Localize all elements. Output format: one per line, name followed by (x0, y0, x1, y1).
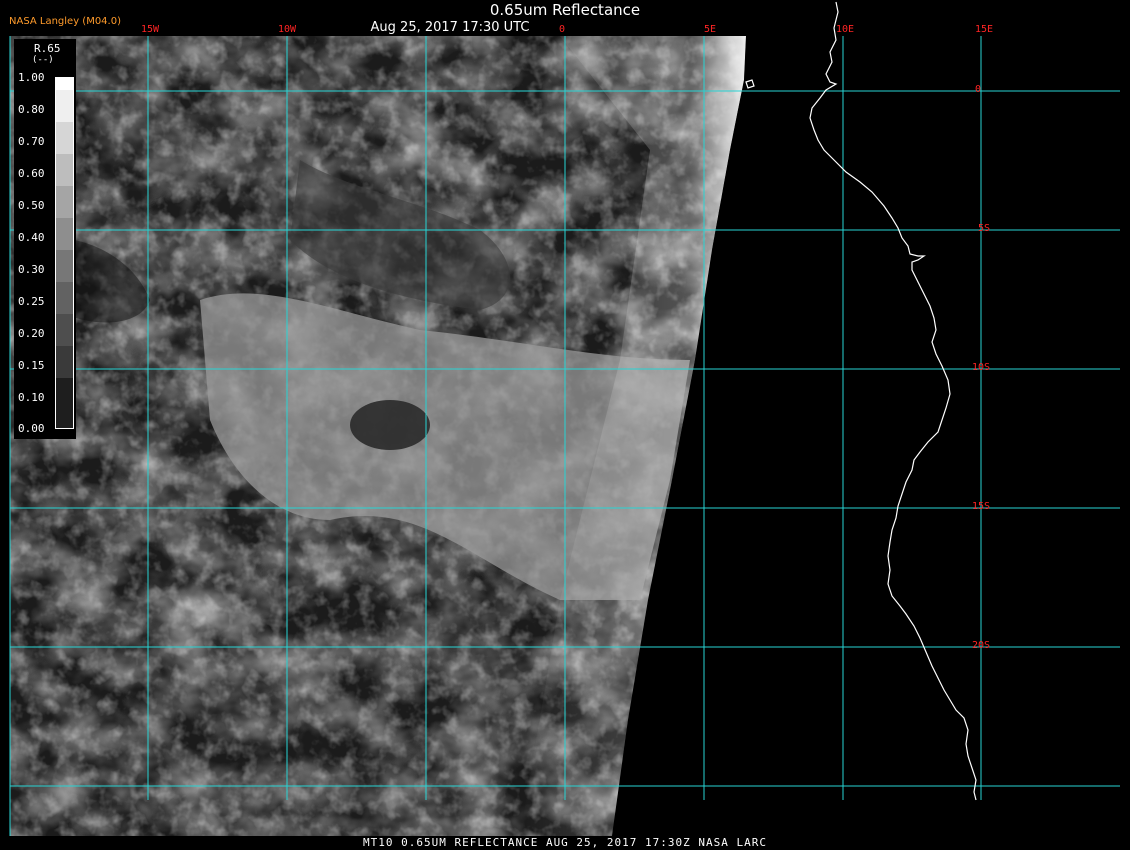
legend-tick: 0.00 (18, 422, 45, 435)
lon-label: 10E (836, 24, 855, 35)
lon-label: 5E (704, 24, 717, 35)
legend-tick: 0.40 (18, 231, 45, 244)
legend-tick: 0.60 (18, 167, 45, 180)
legend-title: R.65 (34, 42, 61, 55)
lat-label: 0 (975, 84, 982, 95)
lon-label: 15W (141, 24, 160, 35)
legend-tick: 0.80 (18, 103, 45, 116)
lon-label: 0 (559, 24, 566, 35)
coastline (745, 1, 977, 801)
image-timestamp: Aug 25, 2017 17:30 UTC (370, 20, 530, 35)
satellite-map-viewer[interactable]: NASA Langley (M04.0) 0.65um Reflectance … (0, 0, 1130, 850)
legend-tick: 0.10 (18, 391, 45, 404)
legend-tick: 0.20 (18, 327, 45, 340)
legend-tick: 0.70 (18, 135, 45, 148)
legend-tick: 0.50 (18, 199, 45, 212)
legend-tick: 0.30 (18, 263, 45, 276)
earth-disk (10, 36, 746, 836)
footer-caption: MT10 0.65UM REFLECTANCE AUG 25, 2017 17:… (363, 836, 767, 849)
color-bar-frame (55, 77, 74, 429)
image-title: 0.65um Reflectance (489, 1, 641, 19)
legend-unit: (--) (32, 55, 54, 65)
lat-label: 15S (972, 501, 991, 512)
legend-tick: 0.15 (18, 359, 45, 372)
lon-label: 15E (975, 24, 994, 35)
lon-label: 10W (278, 24, 297, 35)
legend-tick: 0.25 (18, 295, 45, 308)
satellite-image (9, 1, 1120, 836)
lat-label: 10S (972, 362, 991, 373)
lat-label: 5S (978, 223, 991, 234)
color-legend: R.65 (--) 1.00 0.80 0.70 0.60 0.50 0.40 … (14, 39, 76, 439)
lat-label: 20S (972, 640, 991, 651)
legend-tick: 1.00 (18, 71, 45, 84)
